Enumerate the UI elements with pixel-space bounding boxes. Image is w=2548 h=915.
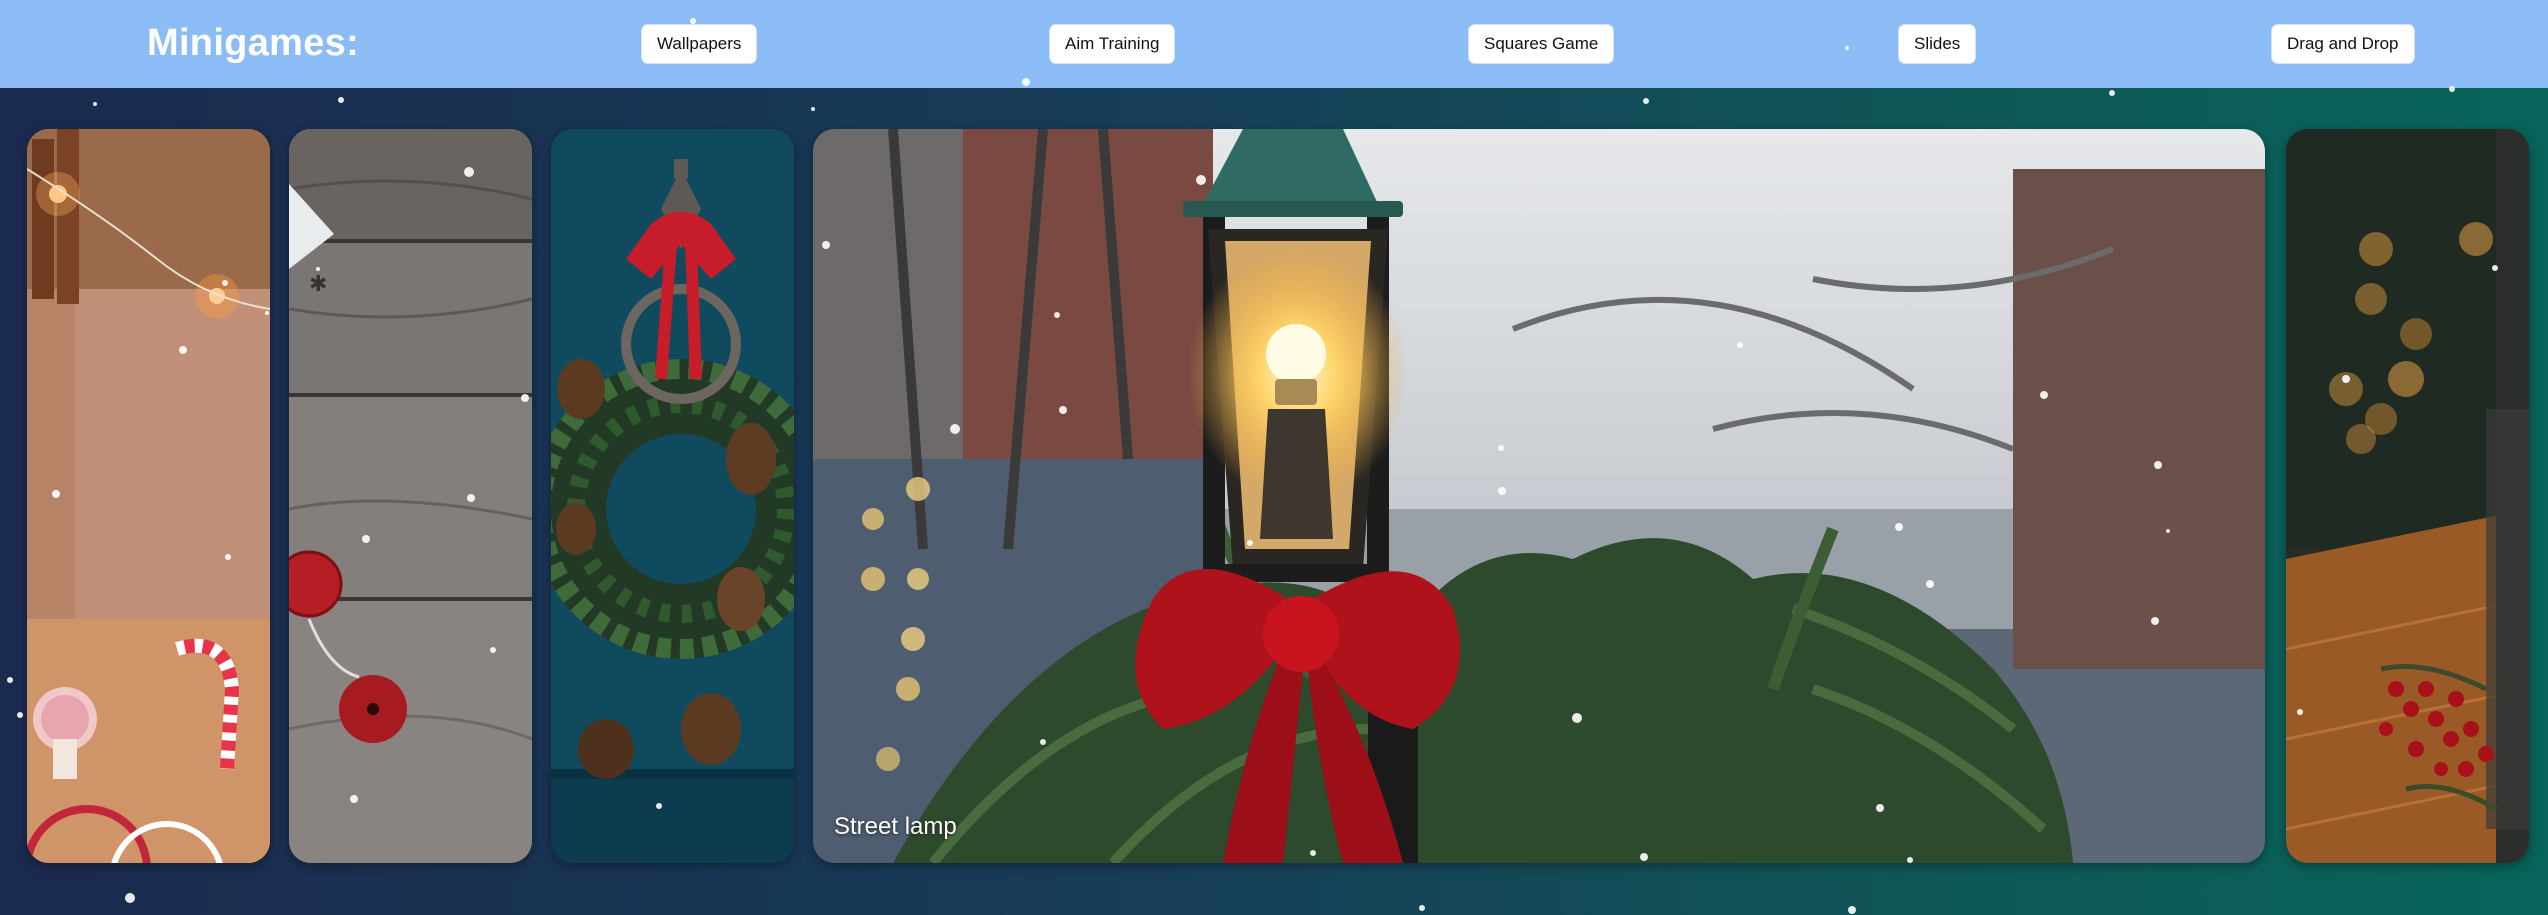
- nav-squares-game-button[interactable]: Squares Game: [1468, 24, 1615, 64]
- nav-wallpapers-button[interactable]: Wallpapers: [641, 24, 758, 64]
- wallpaper-card-street-lamp[interactable]: Street lamp: [813, 129, 2265, 863]
- svg-text:✱: ✱: [309, 272, 327, 297]
- wallpaper-gallery: ✱ Street lamp: [0, 129, 2548, 863]
- street-lamp-image: [813, 129, 2265, 863]
- nav-aim-training-button[interactable]: Aim Training: [1049, 24, 1176, 64]
- wallpaper-card-wreath[interactable]: [551, 129, 794, 863]
- wallpaper-caption: Street lamp: [834, 813, 957, 840]
- candle-image: [2286, 129, 2529, 863]
- page-title: Minigames:: [147, 22, 360, 64]
- wallpaper-card-gifts[interactable]: [27, 129, 270, 863]
- wreath-image: [551, 129, 794, 863]
- wallpaper-card-wood[interactable]: ✱: [289, 129, 532, 863]
- nav-drag-and-drop-button[interactable]: Drag and Drop: [2271, 24, 2415, 64]
- nav-slides-button[interactable]: Slides: [1898, 24, 1977, 64]
- wallpaper-card-candle[interactable]: [2286, 129, 2529, 863]
- top-navigation-bar: Minigames: Wallpapers Aim Training Squar…: [0, 0, 2548, 88]
- wood-image: ✱: [289, 129, 532, 863]
- gifts-image: [27, 129, 270, 863]
